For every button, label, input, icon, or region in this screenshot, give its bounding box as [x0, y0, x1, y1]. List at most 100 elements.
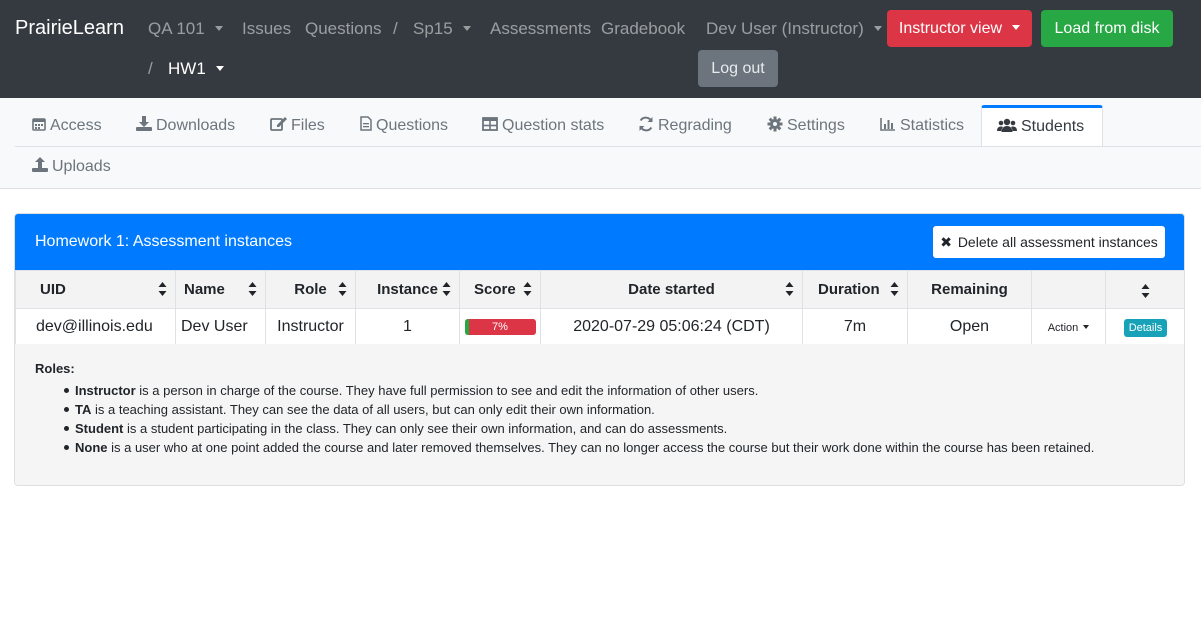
user-dropdown[interactable]: Dev User (Instructor) [706, 19, 882, 39]
chevron-down-icon [462, 26, 471, 31]
col-header-role[interactable]: Role [265, 270, 356, 309]
nav-assessments[interactable]: Assessments [490, 19, 591, 39]
cell-role: Instructor [265, 308, 356, 346]
sort-icon [442, 282, 451, 296]
header-label: Duration [818, 281, 880, 298]
score-progress-bar: 7% [464, 319, 536, 335]
header-label: Instance [377, 281, 438, 298]
header-label: UID [40, 281, 66, 298]
col-header-date-started[interactable]: Date started [540, 270, 803, 309]
nav-gradebook[interactable]: Gradebook [601, 19, 685, 39]
sort-icon [248, 282, 257, 296]
action-dropdown[interactable]: Action [1048, 322, 1090, 334]
cell-name: Dev User [175, 308, 266, 346]
tab-label: Files [291, 117, 325, 134]
tab-files[interactable]: Files [270, 105, 325, 146]
col-header-name[interactable]: Name [175, 270, 266, 309]
cell-remaining: Open [907, 308, 1032, 346]
course-dropdown[interactable]: QA 101 [148, 19, 223, 39]
role-description: is a user who at one point added the cou… [107, 440, 1095, 455]
cell-instance: 1 [355, 308, 460, 346]
list-item: None is a user who at one point added th… [63, 438, 1095, 457]
chevron-down-icon [215, 66, 224, 71]
sort-icon [158, 282, 167, 296]
file-icon [360, 116, 372, 132]
tab-access[interactable]: Access [32, 105, 102, 146]
user-label: Dev User (Instructor) [706, 19, 864, 38]
tab-statistics[interactable]: Statistics [880, 105, 964, 146]
upload-icon [32, 157, 48, 173]
roles-title: Roles: [35, 361, 75, 376]
instructor-view-label: Instructor view [898, 20, 1003, 37]
chevron-down-icon [1083, 325, 1090, 329]
col-header-uid[interactable]: UID [15, 270, 176, 309]
tab-students[interactable]: Students [981, 105, 1103, 146]
chevron-down-icon [873, 26, 882, 31]
tab-label: Regrading [658, 117, 732, 134]
tab-question-stats[interactable]: Question stats [482, 105, 604, 146]
col-header-action [1031, 270, 1106, 309]
delete-all-button[interactable]: ✖ Delete all assessment instances [933, 226, 1165, 258]
tab-label: Statistics [900, 117, 965, 134]
cell-date-started: 2020-07-29 05:06:24 (CDT) [540, 308, 803, 346]
assessment-dropdown[interactable]: HW1 [168, 59, 224, 79]
col-header-score[interactable]: Score [459, 270, 541, 309]
col-header-details[interactable] [1105, 270, 1184, 309]
card-header: Homework 1: Assessment instances ✖ Delet… [15, 214, 1184, 270]
gear-icon [767, 116, 783, 132]
tab-label: Access [50, 117, 102, 134]
table-header-row: UID Name Role Instance Score Date starte… [15, 270, 1184, 309]
nav-questions[interactable]: Questions [305, 19, 382, 39]
roles-legend: Roles: Instructor is a person in charge … [15, 344, 1184, 485]
course-label: QA 101 [148, 19, 205, 38]
cell-uid: dev@illinois.edu [15, 308, 176, 346]
tab-label: Questions [376, 117, 449, 134]
edit-icon [270, 117, 287, 132]
cell-action: Action [1031, 308, 1106, 346]
role-name: TA [75, 402, 92, 417]
calendar-icon [32, 117, 46, 131]
tab-questions[interactable]: Questions [360, 105, 448, 146]
sort-icon [1141, 283, 1150, 298]
semester-label: Sp15 [413, 19, 453, 38]
role-description: is a student participating in the class.… [123, 421, 728, 436]
logout-button[interactable]: Log out [698, 50, 778, 87]
sync-icon [639, 116, 653, 132]
tab-settings[interactable]: Settings [767, 105, 845, 146]
tab-label: Uploads [52, 158, 111, 175]
score-label: 7% [492, 321, 508, 333]
role-name: Student [75, 421, 124, 436]
delete-all-label: Delete all assessment instances [957, 234, 1158, 250]
table-row: dev@illinois.edu Dev User Instructor 1 7… [15, 308, 1184, 346]
chevron-down-icon [1012, 25, 1021, 30]
brand-link[interactable]: PrairieLearn [15, 17, 124, 40]
col-header-instance[interactable]: Instance [355, 270, 460, 309]
tab-regrading[interactable]: Regrading [638, 105, 732, 146]
role-name: Instructor [75, 383, 136, 398]
chart-icon [880, 117, 895, 131]
nav-issues[interactable]: Issues [242, 19, 291, 39]
tab-downloads[interactable]: Downloads [136, 105, 235, 146]
tab-label: Downloads [156, 117, 236, 134]
sort-icon [785, 282, 794, 296]
col-header-duration[interactable]: Duration [802, 270, 908, 309]
tab-uploads[interactable]: Uploads [32, 146, 111, 187]
semester-dropdown[interactable]: Sp15 [413, 19, 471, 39]
sort-icon [338, 282, 347, 296]
sort-icon [890, 282, 899, 296]
tab-divider [15, 146, 1201, 147]
list-item: TA is a teaching assistant. They can see… [63, 400, 1094, 419]
tab-label: Settings [787, 117, 845, 134]
close-icon: ✖ [940, 234, 952, 250]
role-name: None [75, 440, 108, 455]
details-button[interactable]: Details [1123, 318, 1168, 337]
download-icon [136, 116, 152, 132]
load-from-disk-button[interactable]: Load from disk [1041, 10, 1173, 47]
card-title: Homework 1: Assessment instances [35, 233, 292, 250]
score-progress-fill [464, 319, 470, 335]
list-item: Student is a student participating in th… [63, 419, 1094, 438]
col-header-remaining: Remaining [907, 270, 1032, 309]
list-item: Instructor is a person in charge of the … [63, 381, 1094, 400]
instructor-view-button[interactable]: Instructor view [887, 10, 1032, 47]
header-label: Date started [628, 281, 715, 298]
